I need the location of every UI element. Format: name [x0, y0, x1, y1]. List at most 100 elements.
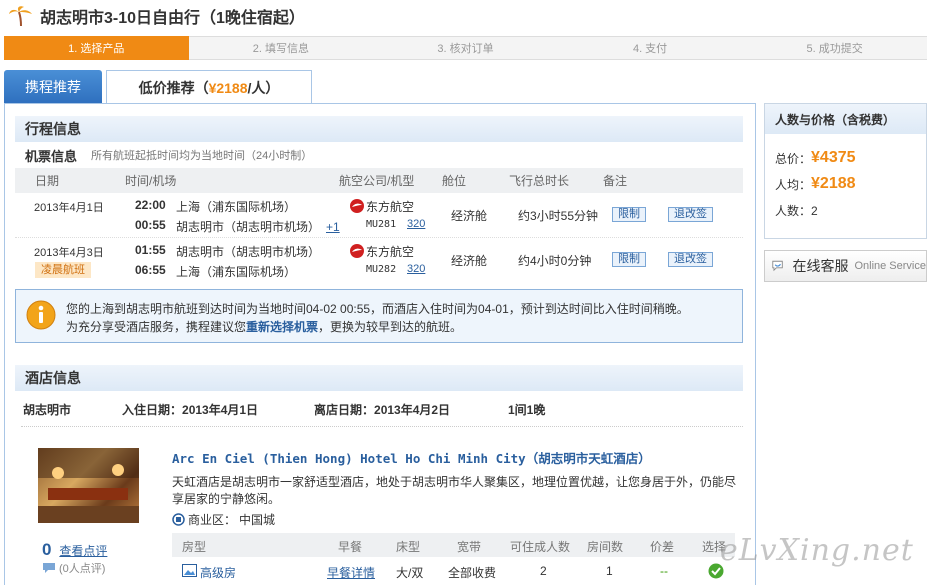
col-breakfast: 早餐 — [338, 540, 363, 554]
notice-text-a: 为充分享受酒店服务，携程建议您 — [66, 320, 247, 334]
hotel-city: 胡志明市 — [23, 403, 72, 417]
col-time: 时间/机场 — [125, 174, 177, 188]
col-remark: 备注 — [603, 174, 628, 188]
step-select-product: 1. 选择产品 — [4, 36, 189, 60]
tab-low-price[interactable]: 低价推荐（ ¥2188/人） — [106, 70, 312, 104]
hotel-description: 天虹酒店是胡志明市一家舒适型酒店，地处于胡志明市华人聚集区，地理位置优越，让您身… — [172, 475, 737, 506]
room-photo-icon[interactable] — [182, 564, 197, 577]
room-table-header: 房型 早餐 床型 宽带 可住成人数 房间数 价差 选择 — [172, 533, 735, 557]
price-diff-value: -- — [660, 564, 668, 578]
col-rooms: 房间数 — [587, 540, 624, 554]
next-day-badge[interactable]: +1 — [326, 220, 340, 234]
total-price: ¥4375 — [811, 149, 856, 166]
col-bed: 床型 — [396, 540, 421, 554]
step-submit: 5. 成功提交 — [742, 36, 927, 60]
review-row: 0 查看点评 — [42, 540, 107, 560]
airline-name: 东方航空 — [366, 200, 415, 214]
area-label: 商业区： — [188, 513, 237, 527]
room-type-link[interactable]: 高级房 — [200, 564, 236, 581]
hotel-name-link[interactable]: Arc En Ciel (Thien Hong) Hotel Ho Chi Mi… — [172, 448, 651, 467]
dep-time: 01:55 — [135, 243, 166, 257]
flight-number: MU282 — [366, 264, 397, 275]
review-count: 0 — [42, 540, 52, 559]
business-area: 商业区： 中国城 — [172, 511, 275, 528]
tab-low-price-amount: ¥2188 — [208, 79, 248, 96]
step-fill-info: 2. 填写信息 — [188, 36, 374, 60]
dep-time: 22:00 — [135, 198, 166, 212]
flight-duration: 约4小时0分钟 — [518, 254, 592, 268]
price-summary-title: 人数与价格（含税费） — [765, 104, 926, 134]
col-date: 日期 — [35, 174, 60, 188]
online-service-button[interactable]: 在线客服 Online Service — [764, 250, 927, 282]
col-price-diff: 价差 — [650, 540, 675, 554]
arr-time: 00:55 — [135, 218, 166, 232]
ticket-note: 所有航班起抵时间均为当地时间（24小时制） — [91, 150, 313, 162]
col-airline: 航空公司/机型 — [339, 174, 415, 188]
people-count: 2 — [811, 204, 818, 218]
refund-change-button[interactable]: 退改签 — [668, 252, 713, 267]
col-cabin: 舱位 — [442, 174, 467, 188]
flight-number: MU281 — [366, 219, 397, 230]
notice-line-2: 为充分享受酒店服务，携程建议您重新选择机票，更换为较早到达的航班。 — [66, 318, 462, 335]
breakfast-details-link[interactable]: 早餐详情 — [327, 564, 375, 581]
cabin-class: 经济舱 — [451, 209, 488, 223]
palm-logo-icon — [9, 6, 32, 27]
checkin-info: 入住日期：2013年4月1日 — [122, 401, 258, 418]
service-label-en: Online Service — [854, 260, 926, 272]
total-label: 总价： — [775, 151, 812, 166]
avg-label: 人均： — [775, 177, 812, 192]
aircraft-model-link[interactable]: 320 — [407, 218, 425, 230]
reselect-ticket-link[interactable]: 重新选择机票 — [246, 320, 318, 334]
room-nights: 1间1晚 — [508, 403, 546, 417]
flight-row: 2013年4月3日 凌晨航班 01:55 胡志明市（胡志明市机场） 06:55 … — [15, 238, 743, 283]
aircraft-model-link[interactable]: 320 — [407, 263, 425, 275]
avg-price: ¥2188 — [811, 175, 856, 192]
flight-list: 2013年4月1日 22:00 上海（浦东国际机场） 00:55 胡志明市（胡志… — [15, 193, 743, 283]
airline-name: 东方航空 — [366, 245, 415, 259]
itinerary-section: 行程信息 机票信息 所有航班起抵时间均为当地时间（24小时制） 日期 时间/机场… — [15, 116, 743, 343]
restriction-button[interactable]: 限制 — [612, 207, 646, 222]
col-adults: 可住成人数 — [510, 540, 571, 554]
refund-change-button[interactable]: 退改签 — [668, 207, 713, 222]
china-eastern-logo-icon — [350, 199, 364, 213]
col-duration: 飞行总时长 — [509, 174, 570, 188]
comment-icon — [43, 563, 55, 573]
itinerary-title: 行程信息 — [15, 116, 743, 142]
review-note-row: (0人点评) — [42, 560, 105, 576]
page-title: 胡志明市3-10日自由行（1晚住宿起） — [40, 10, 305, 27]
service-label: 在线客服 — [792, 258, 849, 274]
avg-price-row: 人均： ¥2188 — [775, 175, 856, 193]
hotel-section: 酒店信息 — [15, 365, 743, 391]
tab-low-price-label: 低价推荐（ — [138, 79, 209, 96]
col-room-type: 房型 — [182, 540, 207, 554]
bed-type: 大/双 — [396, 566, 424, 580]
ticket-title: 机票信息 — [25, 148, 78, 164]
page-header: 胡志明市3-10日自由行（1晚住宿起） — [8, 4, 305, 28]
flight-duration: 约3小时55分钟 — [518, 209, 599, 223]
rooms-value: 1 — [606, 564, 613, 578]
notice-text-b: ，更换为较早到达的航班。 — [318, 320, 463, 334]
hotel-stay-info: 胡志明市 入住日期：2013年4月1日 离店日期：2013年4月2日 1间1晚 — [5, 401, 755, 427]
review-note: (0人点评) — [59, 563, 106, 575]
arr-airport: 胡志明市（胡志明市机场） — [176, 220, 321, 234]
total-price-row: 总价： ¥4375 — [775, 149, 856, 167]
tab-ctrip-recommend[interactable]: 携程推荐 — [4, 70, 102, 104]
hotel-title: 酒店信息 — [15, 365, 743, 391]
checkout-label: 离店日期： — [314, 403, 375, 417]
chat-bubble-icon — [772, 260, 783, 272]
flight-table-header: 日期 时间/机场 航空公司/机型 舱位 飞行总时长 备注 — [15, 168, 743, 193]
arr-time: 06:55 — [135, 263, 166, 277]
view-reviews-link[interactable]: 查看点评 — [59, 544, 107, 558]
adults-value: 2 — [540, 564, 547, 578]
notice-line-1: 您的上海到胡志明市航班到达时间为当地时间04-02 00:55，而酒店入住时间为… — [66, 302, 689, 316]
checkin-label: 入住日期： — [122, 403, 183, 417]
flight-date: 2013年4月1日 — [34, 202, 104, 214]
main-panel: 行程信息 机票信息 所有航班起抵时间均为当地时间（24小时制） 日期 时间/机场… — [4, 103, 756, 585]
hotel-photo[interactable] — [38, 448, 139, 523]
checkout-info: 离店日期：2013年4月2日 — [314, 401, 450, 418]
early-morning-badge: 凌晨航班 — [35, 262, 91, 278]
restriction-button[interactable]: 限制 — [612, 252, 646, 267]
area-value: 中国城 — [239, 513, 276, 527]
arrival-notice: 您的上海到胡志明市航班到达时间为当地时间04-02 00:55，而酒店入住时间为… — [15, 289, 743, 343]
cabin-class: 经济舱 — [451, 254, 488, 268]
